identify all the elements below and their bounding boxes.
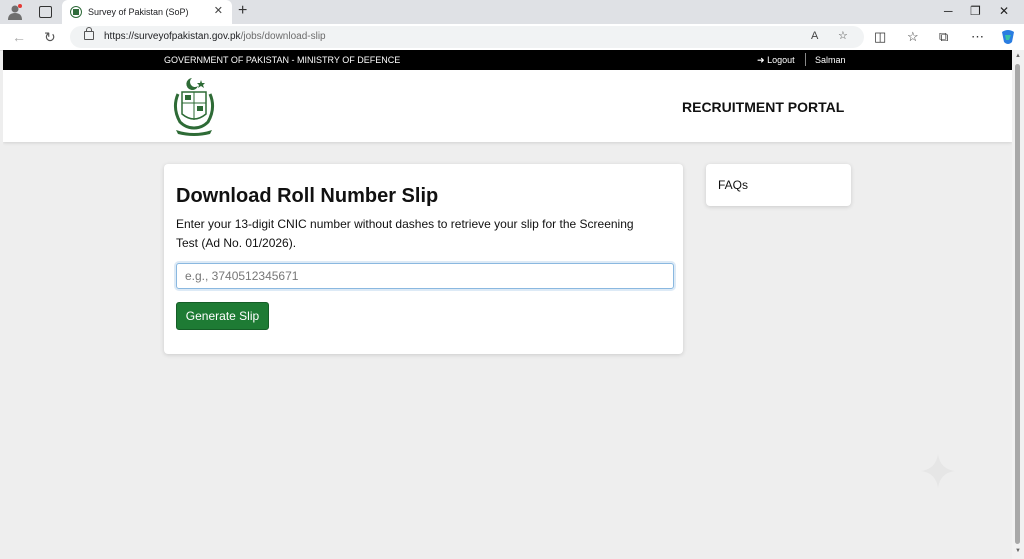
refresh-icon[interactable]: ↻: [44, 29, 56, 45]
ministry-text: GOVERNMENT OF PAKISTAN - MINISTRY OF DEF…: [164, 55, 401, 65]
url-host: https://surveyofpakistan.gov.pk: [104, 31, 241, 42]
logout-icon: ➜: [757, 55, 765, 65]
faq-link[interactable]: FAQs: [718, 178, 748, 192]
split-screen-icon[interactable]: ◫: [874, 29, 886, 45]
scroll-thumb[interactable]: [1015, 64, 1020, 544]
topbar-divider: [805, 53, 806, 66]
tab-title: Survey of Pakistan (SoP): [88, 7, 189, 17]
generate-slip-button[interactable]: Generate Slip: [176, 302, 269, 330]
site-header: RECRUITMENT PORTAL: [3, 70, 1012, 142]
lock-icon[interactable]: [84, 27, 94, 40]
tab-actions-icon[interactable]: [39, 6, 52, 18]
cnic-input[interactable]: [176, 263, 674, 289]
page-title: Download Roll Number Slip: [176, 185, 439, 207]
page-scrollbar[interactable]: ▲ ▼: [1012, 50, 1024, 559]
sparkle-icon: [921, 454, 955, 488]
site-favicon-icon: [70, 6, 82, 18]
download-slip-card: Download Roll Number Slip Enter your 13-…: [164, 164, 683, 354]
logout-label: Logout: [767, 55, 795, 65]
copilot-icon[interactable]: [999, 28, 1017, 46]
username[interactable]: Salman: [815, 55, 846, 65]
favorite-star-icon[interactable]: ☆: [838, 29, 848, 43]
address-bar[interactable]: https://surveyofpakistan.gov.pk/jobs/dow…: [70, 26, 864, 48]
portal-title: RECRUITMENT PORTAL: [682, 99, 845, 115]
state-emblem-icon: [173, 78, 215, 136]
collections-icon[interactable]: ⧉: [939, 29, 948, 45]
favorites-icon[interactable]: ☆: [907, 29, 919, 45]
url-path: /jobs/download-slip: [240, 31, 326, 42]
logout-link[interactable]: ➜ Logout: [757, 55, 795, 66]
scroll-up-icon[interactable]: ▲: [1015, 53, 1021, 59]
faq-card: FAQs: [706, 164, 851, 206]
minimize-icon[interactable]: ─: [944, 3, 953, 19]
read-aloud-icon[interactable]: A: [811, 29, 818, 43]
page-viewport: GOVERNMENT OF PAKISTAN - MINISTRY OF DEF…: [3, 50, 1012, 559]
instructions-text: Enter your 13-digit CNIC number without …: [176, 217, 634, 250]
tab-close-icon[interactable]: ✕: [214, 5, 223, 17]
browser-tab[interactable]: Survey of Pakistan (SoP) ✕: [62, 0, 232, 24]
top-bar: GOVERNMENT OF PAKISTAN - MINISTRY OF DEF…: [3, 50, 1012, 70]
restore-icon[interactable]: ❐: [970, 3, 981, 19]
more-options-icon[interactable]: ⋯: [971, 29, 984, 45]
url-text[interactable]: https://surveyofpakistan.gov.pk/jobs/dow…: [104, 30, 326, 44]
new-tab-icon[interactable]: +: [238, 3, 247, 19]
back-icon[interactable]: ←: [12, 29, 26, 45]
browser-toolbar: ← ↻ https://surveyofpakistan.gov.pk/jobs…: [0, 24, 1024, 51]
browser-tab-strip: Survey of Pakistan (SoP) ✕ + ─ ❐ ✕: [0, 0, 1024, 24]
scroll-down-icon[interactable]: ▼: [1015, 548, 1021, 554]
profile-icon[interactable]: [8, 4, 22, 20]
close-window-icon[interactable]: ✕: [999, 3, 1009, 19]
